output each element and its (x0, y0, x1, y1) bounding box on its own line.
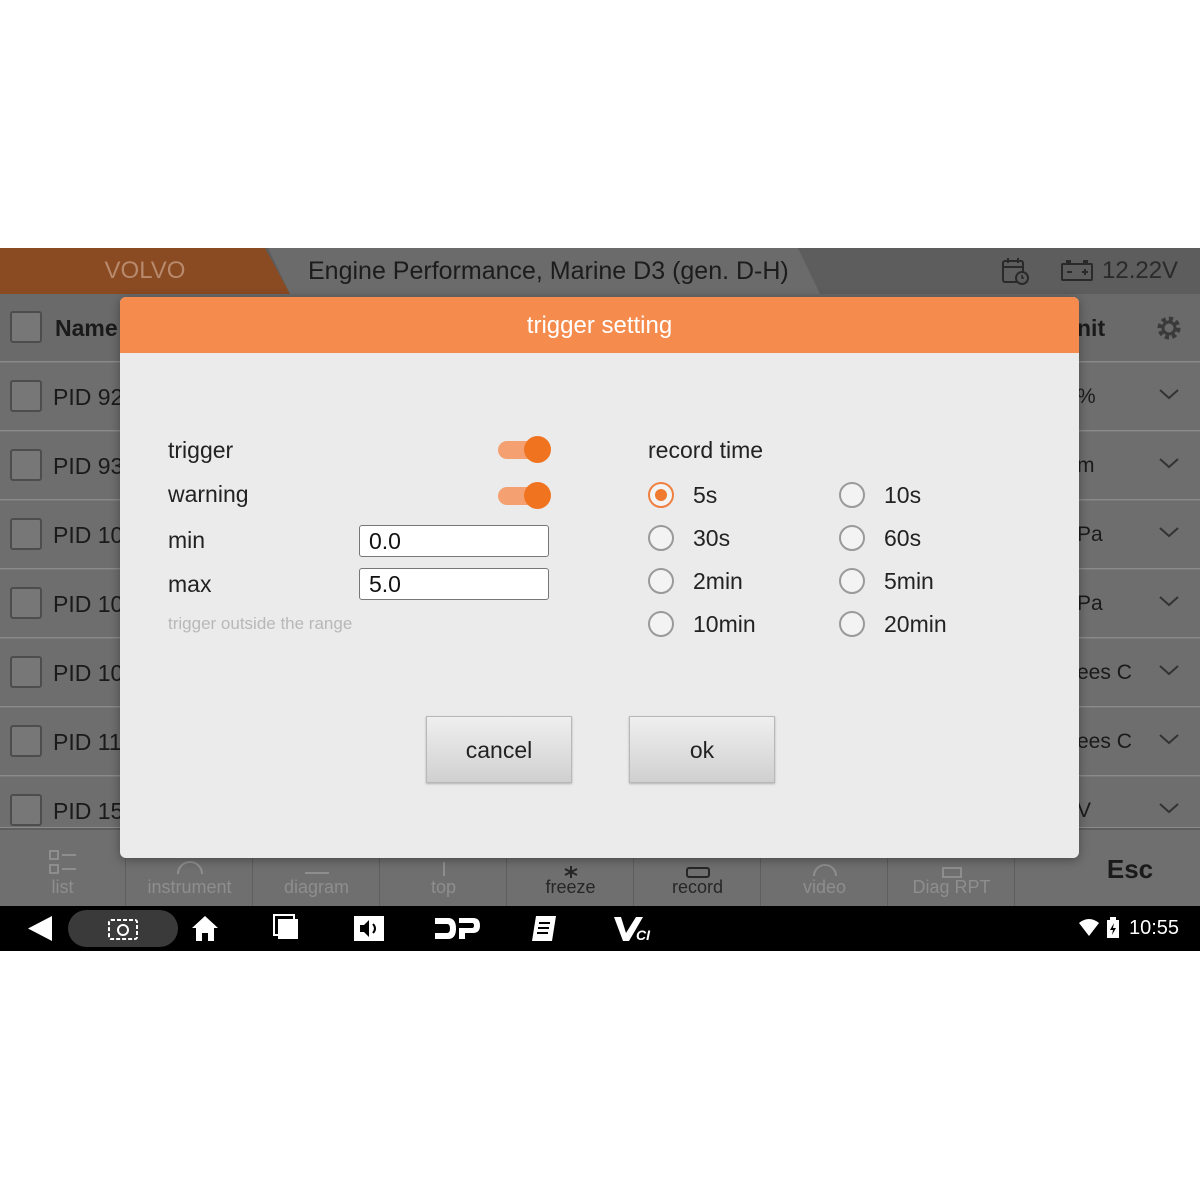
back-icon[interactable] (24, 913, 54, 944)
radio-5min[interactable] (839, 568, 865, 594)
modal-overlay: trigger setting trigger warning min 0.0 … (0, 248, 1200, 906)
toggle-knob (524, 482, 551, 509)
manual-icon[interactable] (528, 913, 560, 944)
radio-20min[interactable] (839, 611, 865, 637)
vci-logo-icon[interactable]: CI (612, 913, 656, 944)
dialog-header: trigger setting (120, 297, 1079, 353)
toggle-knob (524, 436, 551, 463)
min-input[interactable]: 0.0 (359, 525, 549, 557)
cancel-button[interactable]: cancel (426, 716, 572, 783)
warning-label: warning (168, 481, 249, 507)
radio-label-10min: 10min (693, 611, 756, 637)
warning-toggle[interactable] (498, 482, 551, 509)
radio-label-30s: 30s (693, 525, 731, 551)
record-time-label: record time (648, 437, 764, 463)
home-icon[interactable] (190, 913, 220, 944)
max-label: max (168, 571, 212, 597)
radio-label-2min: 2min (693, 568, 743, 594)
trigger-setting-dialog: trigger setting trigger warning min 0.0 … (120, 297, 1079, 858)
battery-status-icon (1107, 917, 1119, 938)
ok-button[interactable]: ok (629, 716, 775, 783)
radio-label-5s: 5s (693, 482, 718, 508)
range-hint: trigger outside the range (168, 614, 353, 633)
max-input[interactable]: 5.0 (359, 568, 549, 600)
trigger-toggle[interactable] (498, 436, 551, 463)
system-nav-bar: CI 10:55 (0, 906, 1200, 951)
radio-10min[interactable] (648, 611, 674, 637)
recents-icon[interactable] (272, 913, 302, 944)
dp-logo-icon[interactable] (432, 913, 482, 944)
dialog-title: trigger setting (526, 312, 673, 339)
radio-2min[interactable] (648, 568, 674, 594)
radio-label-20min: 20min (884, 611, 947, 637)
min-label: min (168, 527, 206, 553)
radio-label-60s: 60s (884, 525, 922, 551)
radio-10s[interactable] (839, 482, 865, 508)
radio-30s[interactable] (648, 525, 674, 551)
app-screen: VOLVO Engine Performance, Marine D3 (gen… (0, 248, 1200, 951)
radio-60s[interactable] (839, 525, 865, 551)
radio-label-10s: 10s (884, 482, 922, 508)
radio-5s[interactable] (648, 482, 674, 508)
wifi-icon (1079, 919, 1099, 936)
trigger-label: trigger (168, 437, 234, 463)
svg-text:CI: CI (636, 927, 651, 943)
screenshot-icon[interactable] (106, 913, 140, 944)
volume-icon[interactable] (352, 913, 386, 944)
radio-label-5min: 5min (884, 568, 934, 594)
status-time: 10:55 (1129, 917, 1180, 939)
